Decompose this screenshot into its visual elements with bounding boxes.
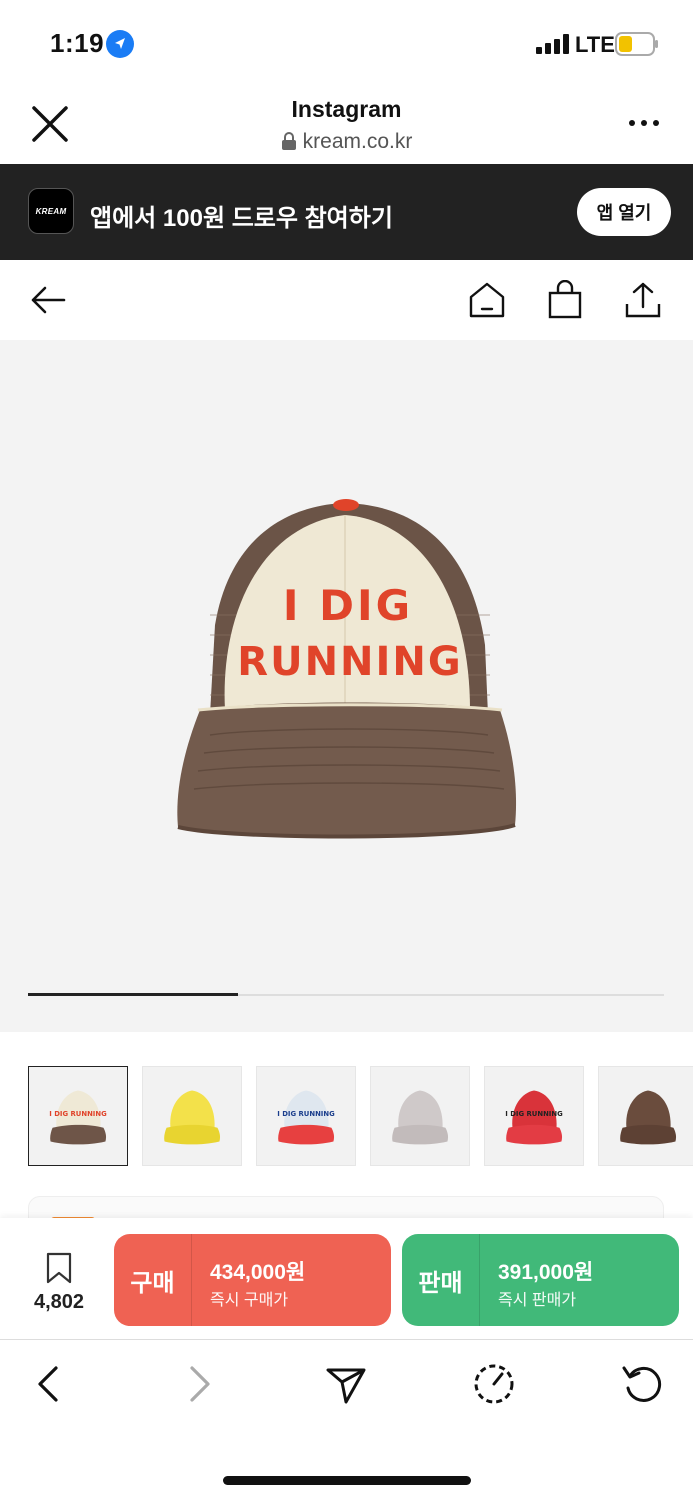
buy-button[interactable]: 구매 434,000원 즉시 구매가 bbox=[114, 1234, 391, 1326]
speed-gauge-icon[interactable] bbox=[472, 1362, 516, 1406]
banner-text: 앱에서 100원 드로우 참여하기 bbox=[90, 205, 393, 232]
thumbnail-cap-text: I DIG RUNNING bbox=[277, 1110, 335, 1118]
more-options-icon[interactable] bbox=[624, 108, 664, 138]
thumbnail-cap-image: I DIG RUNNING bbox=[49, 1090, 107, 1145]
app-download-banner: KREAM 앱에서 100원 드로우 참여하기 앱 열기 bbox=[0, 164, 693, 260]
thumbnail-cap-image: I DIG RUNNING bbox=[277, 1090, 335, 1145]
back-arrow-icon[interactable] bbox=[28, 280, 68, 320]
sell-price: 391,000원 bbox=[498, 1261, 594, 1284]
product-thumbnail[interactable]: I DIG RUNNING bbox=[256, 1066, 356, 1166]
browser-title: Instagram bbox=[291, 96, 402, 122]
product-thumbnail[interactable] bbox=[370, 1066, 470, 1166]
product-thumbnail[interactable]: I DIG RUNNING bbox=[484, 1066, 584, 1166]
thumbnail-cap-text: I DIG RUNNING bbox=[49, 1110, 107, 1118]
page-nav bbox=[0, 260, 693, 340]
image-progress-track bbox=[28, 993, 664, 996]
image-progress-indicator bbox=[28, 993, 238, 996]
buy-label: 구매 bbox=[114, 1234, 192, 1326]
browser-header: Instagram kream.co.kr bbox=[0, 86, 693, 164]
thumbnail-cap-image bbox=[164, 1090, 221, 1145]
bookmark-count: 4,802 bbox=[33, 1291, 85, 1313]
sell-label: 판매 bbox=[402, 1234, 480, 1326]
purchase-action-bar: 4,802 구매 434,000원 즉시 구매가 판매 391,000원 즉시 … bbox=[0, 1218, 693, 1340]
thumbnail-cap-image: I DIG RUNNING bbox=[505, 1090, 563, 1145]
browser-url: kream.co.kr bbox=[0, 130, 693, 154]
product-thumbnail[interactable] bbox=[142, 1066, 242, 1166]
open-app-button[interactable]: 앱 열기 bbox=[577, 188, 671, 236]
thumbnail-strip: I DIG RUNNING I DIG RUNNING I DIG RUNNING bbox=[28, 1066, 693, 1166]
send-icon[interactable] bbox=[324, 1362, 368, 1406]
thumbnail-cap-text: I DIG RUNNING bbox=[505, 1110, 563, 1118]
shopping-bag-icon[interactable] bbox=[545, 279, 585, 320]
sell-button[interactable]: 판매 391,000원 즉시 판매가 bbox=[402, 1234, 679, 1326]
bookmark-button[interactable]: 4,802 bbox=[26, 1252, 92, 1314]
thumbnail-cap-image bbox=[392, 1090, 449, 1145]
product-thumbnail[interactable]: I DIG RUNNING bbox=[28, 1066, 128, 1166]
app-logo: KREAM bbox=[28, 188, 74, 234]
home-indicator bbox=[223, 1476, 471, 1485]
cap-text-line1: I DIG bbox=[283, 581, 413, 630]
url-text: kream.co.kr bbox=[302, 130, 413, 153]
signal-icon bbox=[536, 34, 570, 54]
product-cap-image: I DIG RUNNING bbox=[177, 499, 517, 839]
thumbnail-cap-image bbox=[620, 1090, 677, 1145]
sell-subtitle: 즉시 판매가 bbox=[498, 1292, 577, 1309]
refresh-icon[interactable] bbox=[620, 1362, 664, 1406]
browser-toolbar bbox=[0, 1340, 693, 1440]
lock-icon bbox=[281, 132, 297, 150]
browser-back-icon[interactable] bbox=[28, 1362, 72, 1406]
battery-icon bbox=[615, 32, 659, 56]
status-bar: 1:19 LTE bbox=[0, 0, 693, 86]
product-image-carousel[interactable]: I DIG RUNNING bbox=[0, 340, 693, 1032]
location-arrow-icon bbox=[106, 30, 134, 58]
cap-text-line2: RUNNING bbox=[237, 639, 462, 685]
buy-price: 434,000원 bbox=[210, 1261, 306, 1284]
home-icon[interactable] bbox=[467, 280, 507, 320]
network-type: LTE bbox=[575, 32, 615, 57]
bookmark-icon bbox=[46, 1252, 72, 1284]
share-icon[interactable] bbox=[623, 280, 663, 320]
status-time: 1:19 bbox=[50, 28, 105, 58]
product-thumbnail[interactable] bbox=[598, 1066, 693, 1166]
buy-subtitle: 즉시 구매가 bbox=[210, 1292, 289, 1309]
browser-forward-icon[interactable] bbox=[176, 1362, 220, 1406]
